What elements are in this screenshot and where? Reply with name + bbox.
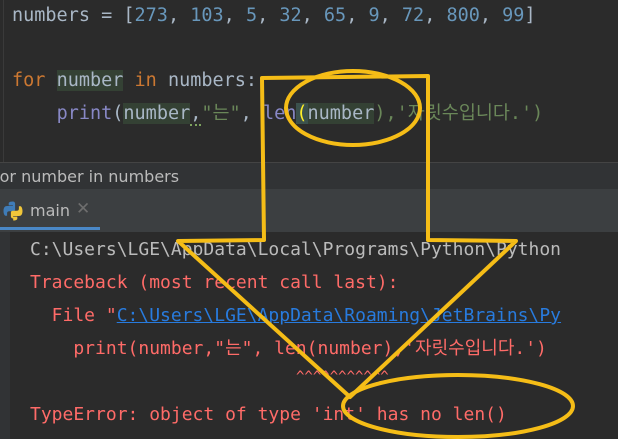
close-icon[interactable]: ✕ [76,199,90,219]
len-function: len [262,103,297,124]
run-console[interactable]: C:\Users\LGE\AppData\Local\Programs\Pyth… [0,232,618,439]
open-paren: ( [112,103,124,124]
tab-label-main: main [30,201,70,220]
error-carets: ^^^^^^^^^^^ [296,369,389,385]
number-literal: 99 [502,5,525,26]
number-literal: 5 [245,5,258,26]
numbers-identifier: numbers [12,5,90,26]
string-literal: "는" [201,103,241,124]
number-literal: 9 [368,5,380,26]
paren-highlight: ( [296,103,308,124]
error-code-line: print(number,"는", len(number),'자릿수입니다.') [30,338,547,359]
print-arg-number: number [123,103,191,124]
python-icon [3,201,23,221]
code-line-3[interactable]: for number in numbers: [12,68,257,94]
keyword-for: for [12,70,46,91]
traceback-line: Traceback (most recent call last): [30,272,399,293]
file-line: File "C:\Users\LGE\AppData\Roaming\JetBr… [30,304,561,328]
len-arg-number: number [307,103,375,124]
code-line-1[interactable]: numbers = [273, 103, 5, 32, 65, 9, 72, 8… [12,3,536,29]
error-message: TypeError: object of type 'int' has no l… [30,404,507,425]
keyword-in: in [134,70,157,91]
console-gutter [0,232,10,439]
breadcrumb-text[interactable]: for number in numbers [0,167,179,186]
file-prefix: File " [30,305,117,326]
print-function: print [56,103,113,124]
number-literal: 800 [446,5,480,26]
comma-warning: , [190,103,202,126]
comma: , [240,103,263,124]
line4-tail: ),'자릿수입니다.') [374,103,544,124]
breadcrumb[interactable]: for number in numbers [0,162,618,190]
close-bracket: ] [524,5,536,26]
number-literal: 65 [323,5,347,26]
number-literal: 32 [279,5,302,26]
number-literal: 72 [401,5,425,26]
loop-variable: number [56,70,124,91]
number-literal: 103 [190,5,224,26]
tab-main[interactable]: main ✕ [0,192,100,230]
assign-bracket: = [ [89,5,135,26]
console-path-line: C:\Users\LGE\AppData\Local\Programs\Pyth… [30,239,562,260]
file-path-link[interactable]: C:\Users\LGE\AppData\Roaming\JetBrains\P… [117,305,561,326]
number-literal: 273 [134,5,168,26]
iterable-name: numbers: [167,70,258,91]
code-line-4[interactable]: print(number,"는", len(number),'자릿수입니다.') [12,101,543,127]
editor-gutter-divider [3,0,4,162]
run-tool-window-header: main ✕ [0,190,618,233]
code-editor[interactable]: numbers = [273, 103, 5, 32, 65, 9, 72, 8… [0,0,618,162]
